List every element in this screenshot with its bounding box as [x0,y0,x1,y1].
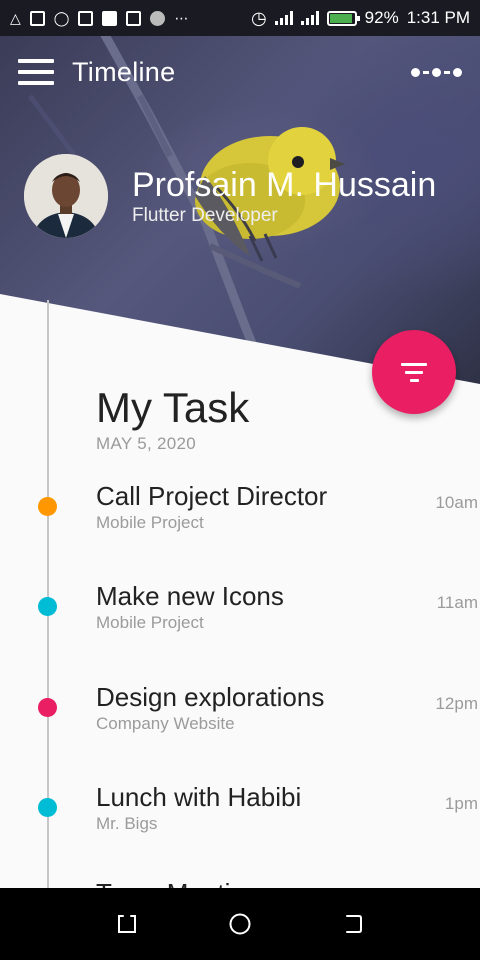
task-dot [38,597,57,616]
system-icons: ◷ 92% 1:31 PM [251,8,470,28]
task-item[interactable]: Design explorations Company Website 12pm [0,682,480,742]
shield-icon: ◯ [53,10,70,26]
warning-icon: △ [10,10,21,26]
section-date: MAY 5, 2020 [96,434,197,453]
app-bar: Timeline [0,36,480,108]
task-item[interactable]: Make new Icons Mobile Project 11am [0,581,480,641]
more-dots-icon: ⋯ [174,10,189,26]
task-time: 10am [435,493,478,512]
task-title: Design explorations [96,682,325,712]
task-dot [38,497,57,516]
news-icon [29,10,45,26]
battery-level [329,13,352,23]
app-screen: △ ◯ ⋯ ◷ 92% 1:31 PM Timeline Profsain M.… [0,0,480,960]
profile-role: Flutter Developer [132,205,278,226]
task-subtitle: Mobile Project [96,513,204,532]
task-item[interactable]: Call Project Director Mobile Project 10a… [0,481,480,541]
square-icon [102,10,118,26]
task-title: Make new Icons [96,581,284,611]
task-dot [38,798,57,817]
system-nav-bar [0,888,480,960]
task-title: Lunch with Habibi [96,782,302,812]
battery-percent: 92% [364,8,399,27]
task-dot [38,698,57,717]
profile-text: Profsain M. Hussain Flutter Developer [132,165,436,227]
gmail-icon [126,10,142,26]
profile-name: Profsain M. Hussain [132,166,437,204]
circle-icon [150,10,166,26]
status-bar: △ ◯ ⋯ ◷ 92% 1:31 PM [0,0,480,36]
notification-icons: △ ◯ ⋯ [10,10,189,26]
task-time: 11am [436,593,478,612]
filter-fab-button[interactable] [372,330,456,414]
home-icon[interactable] [220,904,260,944]
task-item[interactable]: Lunch with Habibi Mr. Bigs 1pm [0,782,480,842]
recents-icon[interactable] [107,904,147,944]
page-title: Timeline [72,56,176,87]
image-icon [78,10,94,26]
profile-header: Profsain M. Hussain Flutter Developer [24,154,436,238]
back-icon[interactable] [333,904,373,944]
task-subtitle: Mobile Project [96,613,204,632]
task-time: 1pm [444,794,478,813]
section-title: My Task [96,384,250,431]
hamburger-menu-icon[interactable] [18,59,54,85]
task-title: Call Project Director [96,481,328,511]
avatar[interactable] [24,154,108,238]
task-subtitle: Company Website [96,714,235,733]
alarm-icon: ◷ [250,8,267,28]
battery-icon [326,10,360,26]
filter-list-icon [401,362,427,382]
signal-icon [300,11,319,25]
signal-icon [274,11,293,25]
clock: 1:31 PM [406,8,470,27]
task-subtitle: Mr. Bigs [96,814,158,833]
more-horizontal-icon[interactable] [411,67,462,77]
task-time: 12pm [435,694,478,713]
